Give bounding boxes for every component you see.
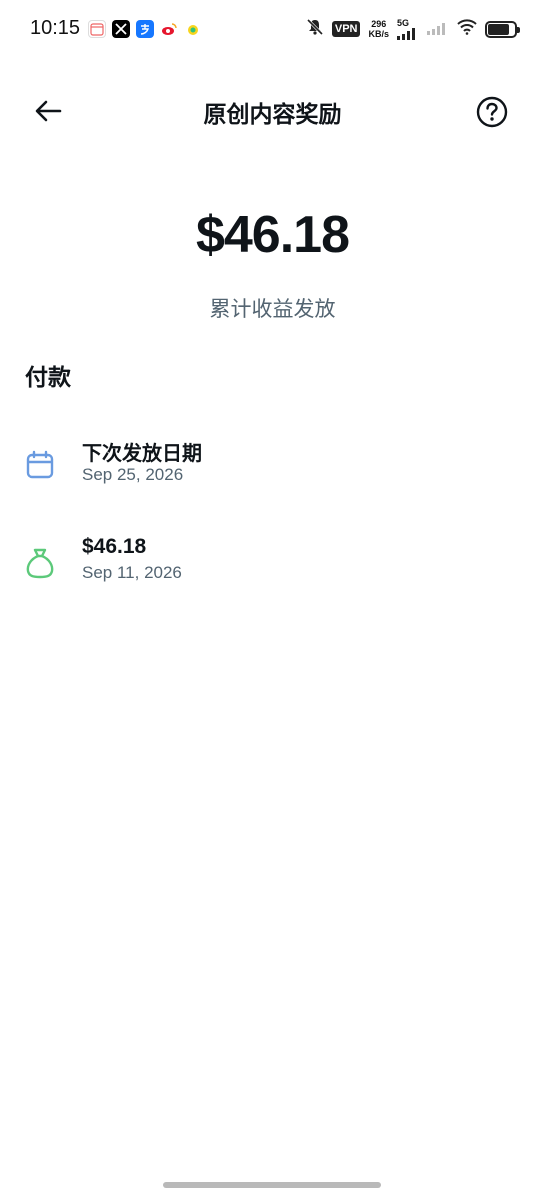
network-speed: 296 KB/s — [368, 19, 389, 39]
home-indicator[interactable] — [163, 1182, 381, 1188]
payout-date: Sep 11, 2026 — [82, 563, 182, 582]
section-title-payments: 付款 — [25, 365, 71, 391]
x-app-icon — [112, 20, 130, 38]
money-bag-icon — [24, 547, 56, 579]
signal-bars-secondary-icon — [427, 20, 449, 39]
help-button[interactable] — [475, 95, 509, 129]
weibo-app-icon — [160, 20, 178, 38]
music-app-icon — [184, 20, 202, 38]
total-amount: $46.18 — [195, 206, 350, 264]
help-icon — [476, 96, 508, 128]
speed-value: 296 — [371, 19, 387, 29]
battery-icon — [485, 20, 520, 38]
header: 原创内容奖励 — [0, 80, 545, 142]
payout-title: $46.18 — [82, 535, 147, 558]
screen: 10:15 VPN 296 KB/s 5G 原创内容奖励 $46.18 累计收益… — [0, 0, 545, 1199]
calendar-app-icon — [88, 20, 106, 38]
speed-unit: KB/s — [368, 29, 389, 39]
signal-5g: 5G — [397, 17, 419, 40]
battery-fill — [488, 23, 509, 35]
page-title: 原创内容奖励 — [203, 102, 342, 128]
payout-row-next-date[interactable]: 下次发放日期 Sep 25, 2026 — [0, 437, 545, 507]
status-time: 10:15 — [30, 17, 81, 39]
notification-icons — [88, 20, 202, 38]
network-type: 5G — [397, 17, 410, 28]
alipay-app-icon — [136, 20, 154, 38]
signal-bars-icon — [397, 27, 415, 40]
system-icons: VPN 296 KB/s 5G — [306, 17, 520, 40]
calendar-icon — [24, 449, 56, 481]
total-label: 累计收益发放 — [209, 297, 336, 321]
vpn-badge: VPN — [331, 21, 361, 37]
wifi-icon — [457, 19, 477, 39]
status-bar: 10:15 VPN 296 KB/s 5G — [0, 0, 545, 60]
payout-title: 下次发放日期 — [82, 441, 202, 465]
payout-row-amount[interactable]: $46.18 Sep 11, 2026 — [0, 535, 545, 605]
payout-date: Sep 25, 2026 — [82, 465, 184, 484]
mute-icon — [306, 18, 324, 40]
